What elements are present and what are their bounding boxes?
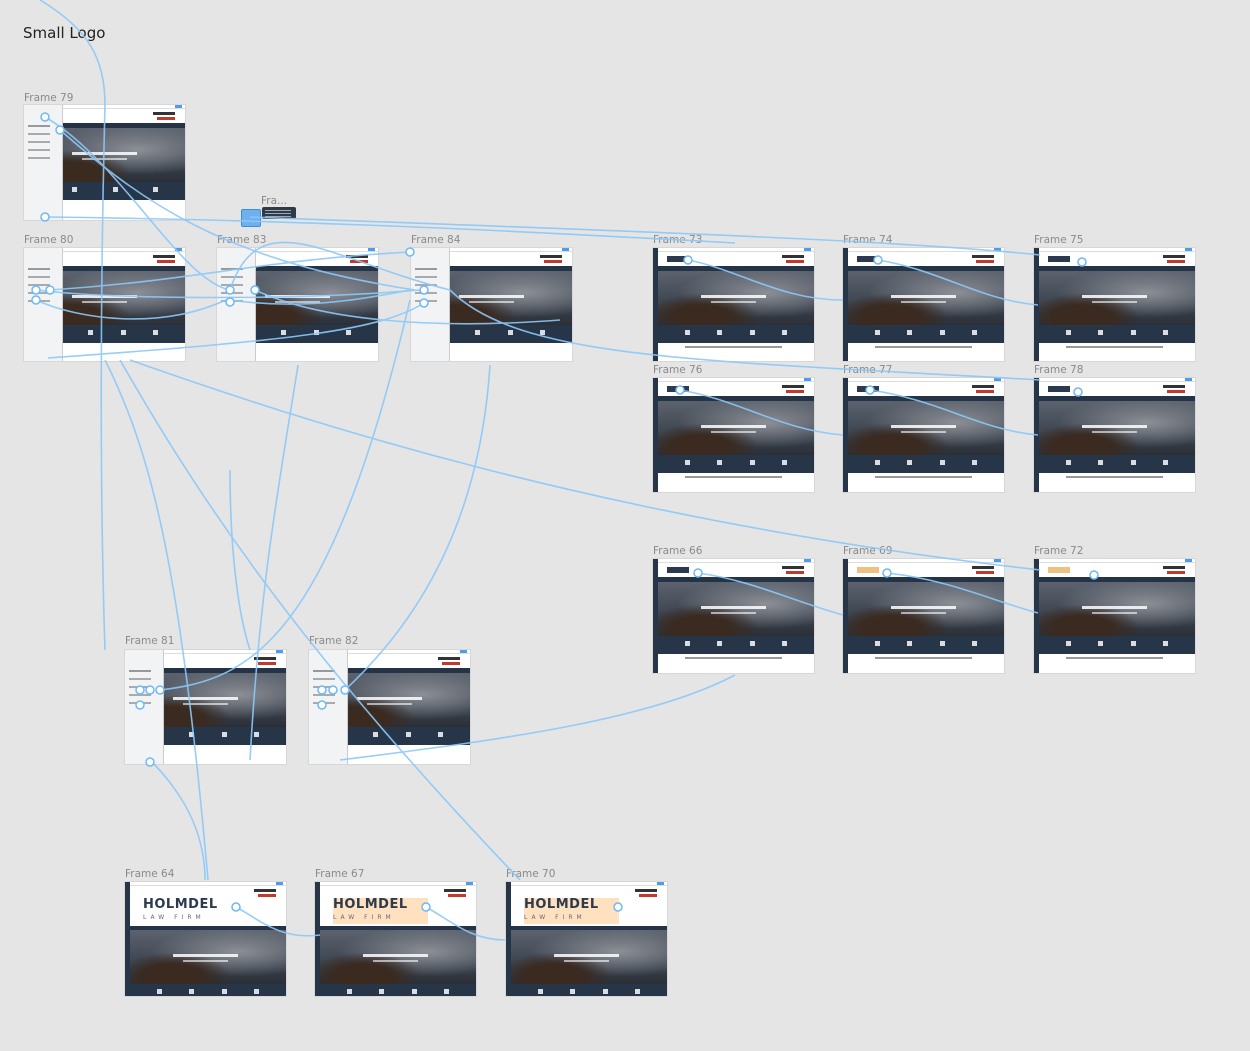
frame-label-73[interactable]: Frame 73 xyxy=(653,234,702,246)
frame-label-67[interactable]: Frame 67 xyxy=(315,868,364,880)
frame-label-81[interactable]: Frame 81 xyxy=(125,635,174,647)
frame-82-thumbnail[interactable] xyxy=(309,650,470,764)
frame-label-82[interactable]: Frame 82 xyxy=(309,635,358,647)
frame-78-thumbnail[interactable] xyxy=(1034,378,1195,492)
frame-75-thumbnail[interactable] xyxy=(1034,248,1195,361)
frame-79-thumbnail[interactable] xyxy=(24,105,185,220)
frame-preview-tooltip xyxy=(262,207,296,219)
frame-73-thumbnail[interactable] xyxy=(653,248,814,361)
connection-wire xyxy=(229,469,251,651)
prototype-connection-icon[interactable] xyxy=(241,209,261,227)
frame-label-69[interactable]: Frame 69 xyxy=(843,545,892,557)
frame-label-72[interactable]: Frame 72 xyxy=(1034,545,1083,557)
connection-wire xyxy=(104,359,209,881)
frame-label-66[interactable]: Frame 66 xyxy=(653,545,702,557)
holmdel-logo: HOLMDEL LAW FIRM xyxy=(333,898,428,924)
holmdel-logo: HOLMDEL LAW FIRM xyxy=(524,898,619,924)
frame-label-78[interactable]: Frame 78 xyxy=(1034,364,1083,376)
connection-wire xyxy=(149,759,206,881)
holmdel-logo: HOLMDEL LAW FIRM xyxy=(143,897,218,921)
connection-wire xyxy=(344,364,491,691)
frame-label-80[interactable]: Frame 80 xyxy=(24,234,73,246)
canvas-title: Small Logo xyxy=(23,24,106,42)
frame-84-thumbnail[interactable] xyxy=(411,248,572,361)
frame-label-70[interactable]: Frame 70 xyxy=(506,868,555,880)
frame-80-thumbnail[interactable] xyxy=(24,248,185,361)
frame-72-thumbnail[interactable] xyxy=(1034,559,1195,673)
connection-wire xyxy=(44,216,736,244)
frame-label-79[interactable]: Frame 79 xyxy=(24,92,73,104)
connection-wire xyxy=(119,359,521,881)
frame-label-76[interactable]: Frame 76 xyxy=(653,364,702,376)
frame-70-thumbnail[interactable]: HOLMDEL LAW FIRM xyxy=(506,882,667,996)
frame-label-64[interactable]: Frame 64 xyxy=(125,868,174,880)
frame-81-thumbnail[interactable] xyxy=(125,650,286,764)
frame-69-thumbnail[interactable] xyxy=(843,559,1004,673)
frame-64-thumbnail[interactable]: HOLMDEL LAW FIRM xyxy=(125,882,286,996)
frame-label-83[interactable]: Frame 83 xyxy=(217,234,266,246)
frame-label-77[interactable]: Frame 77 xyxy=(843,364,892,376)
connection-wire xyxy=(39,0,106,106)
frame-76-thumbnail[interactable] xyxy=(653,378,814,492)
frame-label-84[interactable]: Frame 84 xyxy=(411,234,460,246)
frame-67-thumbnail[interactable]: HOLMDEL LAW FIRM xyxy=(315,882,476,996)
frame-label-collapsed[interactable]: Fra... xyxy=(261,195,287,207)
frame-74-thumbnail[interactable] xyxy=(843,248,1004,361)
frame-label-74[interactable]: Frame 74 xyxy=(843,234,892,246)
frame-label-75[interactable]: Frame 75 xyxy=(1034,234,1083,246)
frame-83-thumbnail[interactable] xyxy=(217,248,378,361)
frame-66-thumbnail[interactable] xyxy=(653,559,814,673)
frame-77-thumbnail[interactable] xyxy=(843,378,1004,492)
